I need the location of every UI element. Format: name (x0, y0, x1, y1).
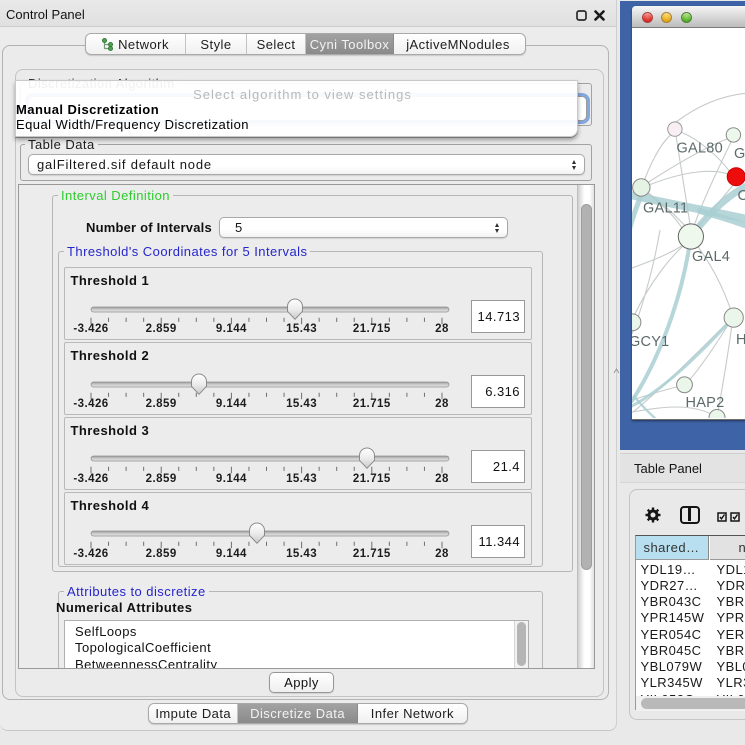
svg-text:HAP2: HAP2 (686, 395, 725, 411)
svg-text:GAL80: GAL80 (677, 140, 723, 156)
svg-text:GAL11: GAL11 (643, 201, 688, 217)
svg-text:GAL4: GAL4 (692, 249, 730, 265)
svg-text:HI: HI (736, 332, 745, 348)
svg-text:CY: CY (738, 188, 745, 204)
svg-text:GAL: GAL (734, 146, 745, 162)
svg-text:GCY1: GCY1 (632, 334, 670, 350)
